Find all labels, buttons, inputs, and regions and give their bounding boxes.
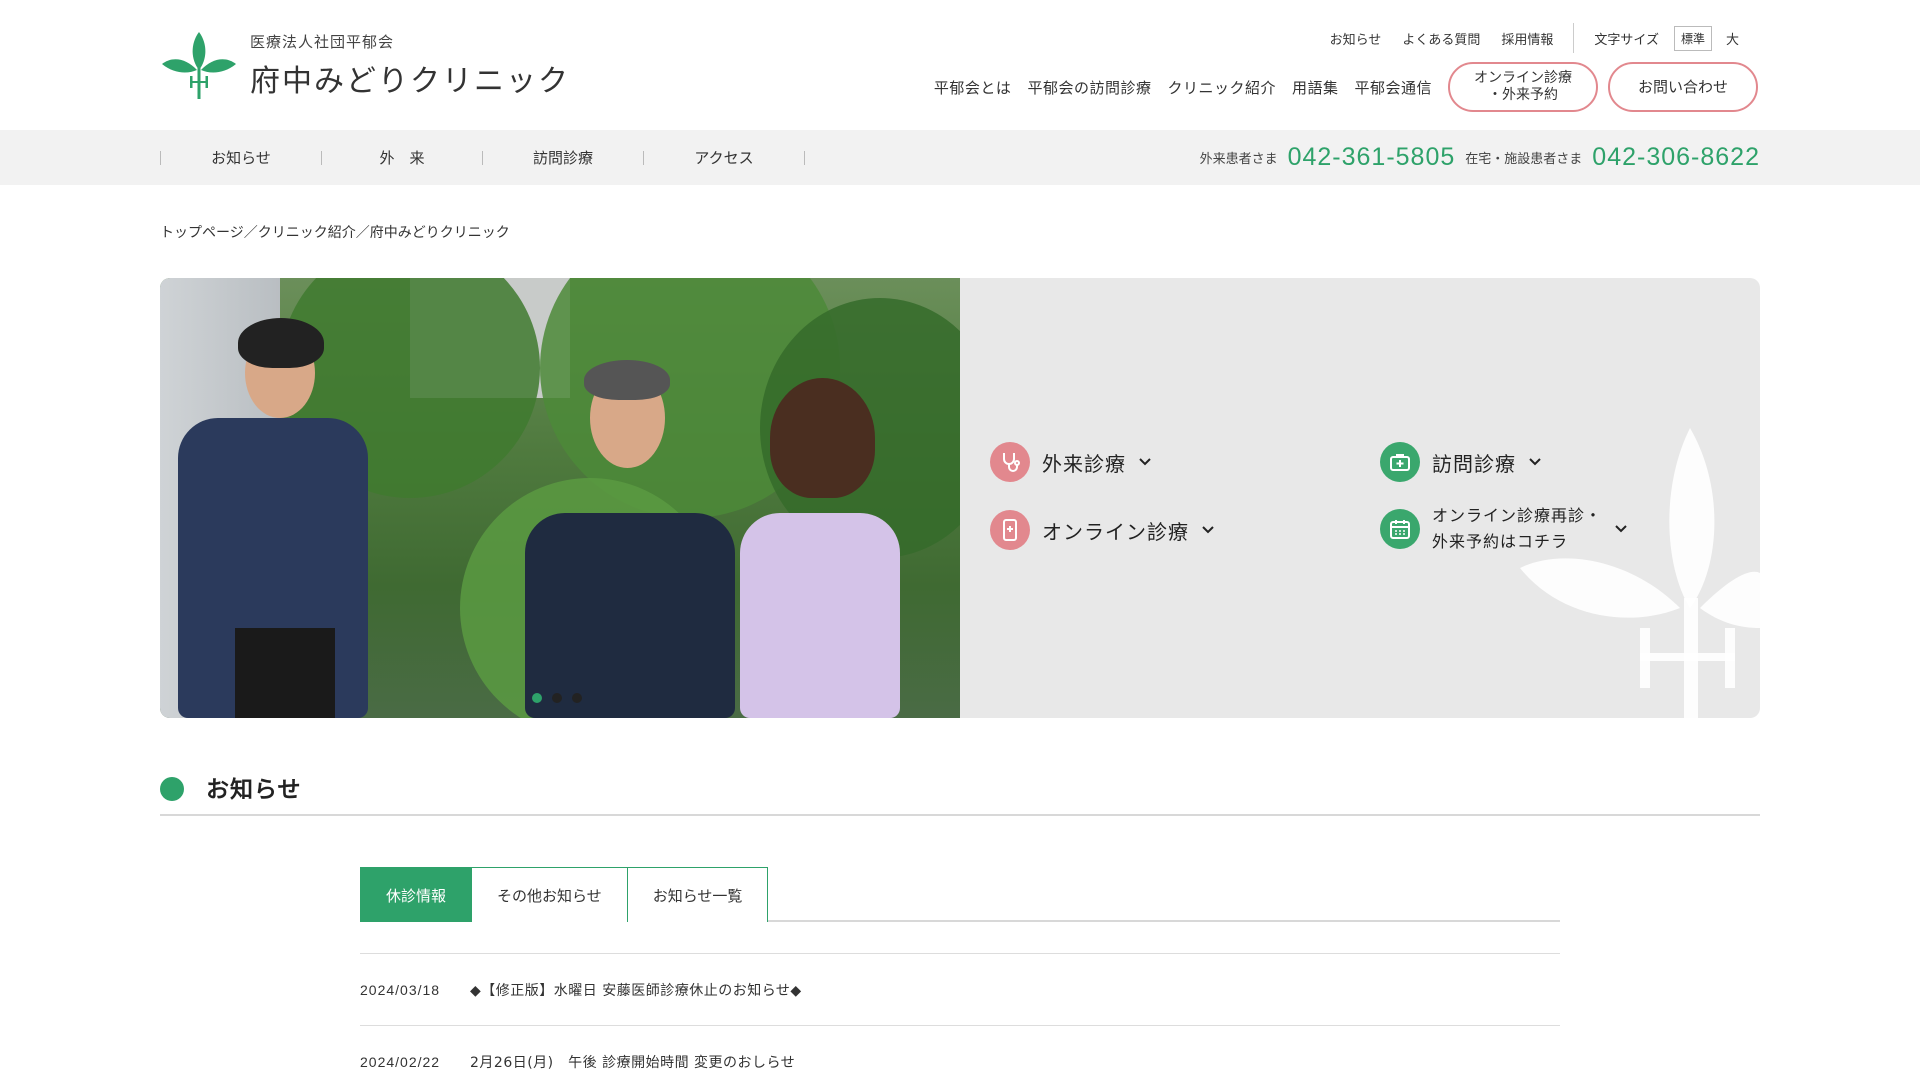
- clinic-sub-nav: お知らせ 外 来 訪問診療 アクセス: [160, 130, 805, 185]
- chevron-down-icon: [1615, 524, 1627, 533]
- reservation-menu-item[interactable]: オンライン診療再診・ 外来予約はコチラ: [1380, 503, 1628, 554]
- news-section-header: お知らせ: [160, 770, 1760, 816]
- news-item[interactable]: 2024/02/22 2月26日(月) 午後 診療開始時間 変更のおしらせ: [360, 1025, 1560, 1080]
- news-section-title: お知らせ: [206, 777, 302, 803]
- hero-menu: 外来診療 訪問診療 オンライン診療 オンライン診療再診・ 外来予約はコチラ: [960, 278, 1760, 718]
- news-date: 2024/03/18: [360, 981, 441, 998]
- news-tabs: 休診情報 その他お知らせ お知らせ一覧: [360, 867, 1560, 922]
- logo-title: 府中みどりクリニック: [250, 63, 570, 99]
- nav-item-newsletter[interactable]: 平郁会通信: [1354, 77, 1432, 98]
- breadcrumb-separator: ／: [355, 225, 370, 241]
- home-phone-label: 在宅・施設患者さま: [1465, 152, 1583, 167]
- subnav-item-access[interactable]: アクセス: [644, 147, 804, 168]
- breadcrumb-separator: ／: [243, 225, 258, 241]
- util-link-news[interactable]: お知らせ: [1330, 29, 1382, 48]
- home-visit-menu-item[interactable]: 訪問診療: [1380, 442, 1542, 482]
- outpatient-menu-label: 外来診療: [1042, 451, 1126, 476]
- main-nav: 平郁会とは 平郁会の訪問診療 クリニック紹介 用語集 平郁会通信 オンライン診療…: [934, 62, 1758, 112]
- online-reservation-line1: オンライン診療: [1474, 70, 1572, 87]
- slider-dot[interactable]: [552, 693, 562, 703]
- site-header: 医療法人社団平郁会 府中みどりクリニック お知らせ よくある質問 採用情報 文字…: [0, 0, 1920, 130]
- hero-panel: 外来診療 訪問診療 オンライン診療 オンライン診療再診・ 外来予約はコチラ: [160, 278, 1760, 718]
- online-menu-item[interactable]: オンライン診療: [990, 510, 1215, 550]
- sub-nav-bar: お知らせ 外 来 訪問診療 アクセス 外来患者さま 042-361-5805 在…: [0, 130, 1920, 185]
- outpatient-phone-label: 外来患者さま: [1199, 152, 1278, 167]
- chevron-down-icon: [1139, 458, 1151, 466]
- reservation-line2: 外来予約はコチラ: [1432, 531, 1569, 551]
- contact-button[interactable]: お問い合わせ: [1608, 62, 1758, 112]
- online-menu-label: オンライン診療: [1042, 519, 1189, 544]
- font-size-standard-button[interactable]: 標準: [1673, 25, 1712, 51]
- stethoscope-icon: [990, 442, 1030, 482]
- news-text: ◆【修正版】水曜日 安藤医師診療休止のお知らせ◆: [470, 982, 802, 999]
- breadcrumb: トップページ／クリニック紹介／府中みどりクリニック: [160, 222, 510, 242]
- online-reservation-button[interactable]: オンライン診療 ・外来予約: [1448, 62, 1598, 112]
- logo-subtitle: 医療法人社団平郁会: [250, 32, 395, 51]
- tab-closure-info[interactable]: 休診情報: [360, 867, 473, 922]
- slider-dots: [532, 693, 592, 703]
- subnav-item-home-visit[interactable]: 訪問診療: [483, 147, 643, 168]
- tab-other-news[interactable]: その他お知らせ: [472, 867, 628, 922]
- subnav-item-outpatient[interactable]: 外 来: [322, 147, 482, 168]
- hero-photo: [160, 278, 960, 718]
- nav-item-about[interactable]: 平郁会とは: [934, 77, 1012, 98]
- nav-item-clinics[interactable]: クリニック紹介: [1167, 77, 1276, 98]
- util-link-faq[interactable]: よくある質問: [1402, 29, 1480, 48]
- chevron-down-icon: [1202, 526, 1214, 534]
- slider-dot[interactable]: [532, 693, 542, 703]
- online-reservation-line2: ・外来予約: [1488, 87, 1558, 103]
- divider: [1573, 23, 1575, 53]
- slider-dot[interactable]: [572, 693, 582, 703]
- nurse-person: [740, 513, 900, 718]
- subnav-item-news[interactable]: お知らせ: [161, 147, 321, 168]
- reservation-line1: オンライン診療再診・: [1432, 506, 1603, 525]
- outpatient-phone[interactable]: 042-361-5805: [1288, 143, 1456, 172]
- phone-numbers: 外来患者さま 042-361-5805 在宅・施設患者さま 042-306-86…: [1200, 130, 1760, 185]
- reservation-menu-label: オンライン診療再診・ 外来予約はコチラ: [1432, 503, 1602, 554]
- medical-bag-icon: [1380, 442, 1420, 482]
- section-bullet-icon: [160, 777, 184, 801]
- news-item[interactable]: 2024/03/18 ◆【修正版】水曜日 安藤医師診療休止のお知らせ◆: [360, 953, 1560, 1025]
- utility-links: お知らせ よくある質問 採用情報 文字サイズ 標準 大: [1309, 23, 1739, 53]
- nav-item-glossary[interactable]: 用語集: [1292, 77, 1339, 98]
- util-link-recruit[interactable]: 採用情報: [1501, 29, 1553, 48]
- leaf-logo-icon: [162, 32, 236, 99]
- home-visit-menu-label: 訪問診療: [1432, 451, 1516, 476]
- divider: [804, 150, 805, 165]
- font-size-large-button[interactable]: 大: [1726, 29, 1739, 48]
- home-phone[interactable]: 042-306-8622: [1592, 143, 1760, 172]
- leaf-watermark-icon: [1520, 428, 1760, 718]
- chevron-down-icon: [1529, 458, 1541, 466]
- tab-news-list[interactable]: お知らせ一覧: [627, 867, 769, 922]
- news-list: 2024/03/18 ◆【修正版】水曜日 安藤医師診療休止のお知らせ◆ 2024…: [360, 953, 1560, 1080]
- nav-item-home-visit[interactable]: 平郁会の訪問診療: [1027, 77, 1151, 98]
- breadcrumb-home[interactable]: トップページ: [160, 225, 244, 241]
- site-logo[interactable]: 医療法人社団平郁会 府中みどりクリニック: [160, 30, 570, 100]
- news-date: 2024/02/22: [360, 1053, 441, 1070]
- outpatient-menu-item[interactable]: 外来診療: [990, 442, 1152, 482]
- breadcrumb-clinic[interactable]: クリニック紹介: [258, 225, 356, 241]
- news-text: 2月26日(月) 午後 診療開始時間 変更のおしらせ: [470, 1054, 796, 1071]
- smartphone-icon: [990, 510, 1030, 550]
- doctor-person: [525, 513, 735, 718]
- breadcrumb-current: 府中みどりクリニック: [369, 225, 510, 241]
- calendar-icon: [1380, 508, 1420, 549]
- font-size-label: 文字サイズ: [1594, 32, 1659, 48]
